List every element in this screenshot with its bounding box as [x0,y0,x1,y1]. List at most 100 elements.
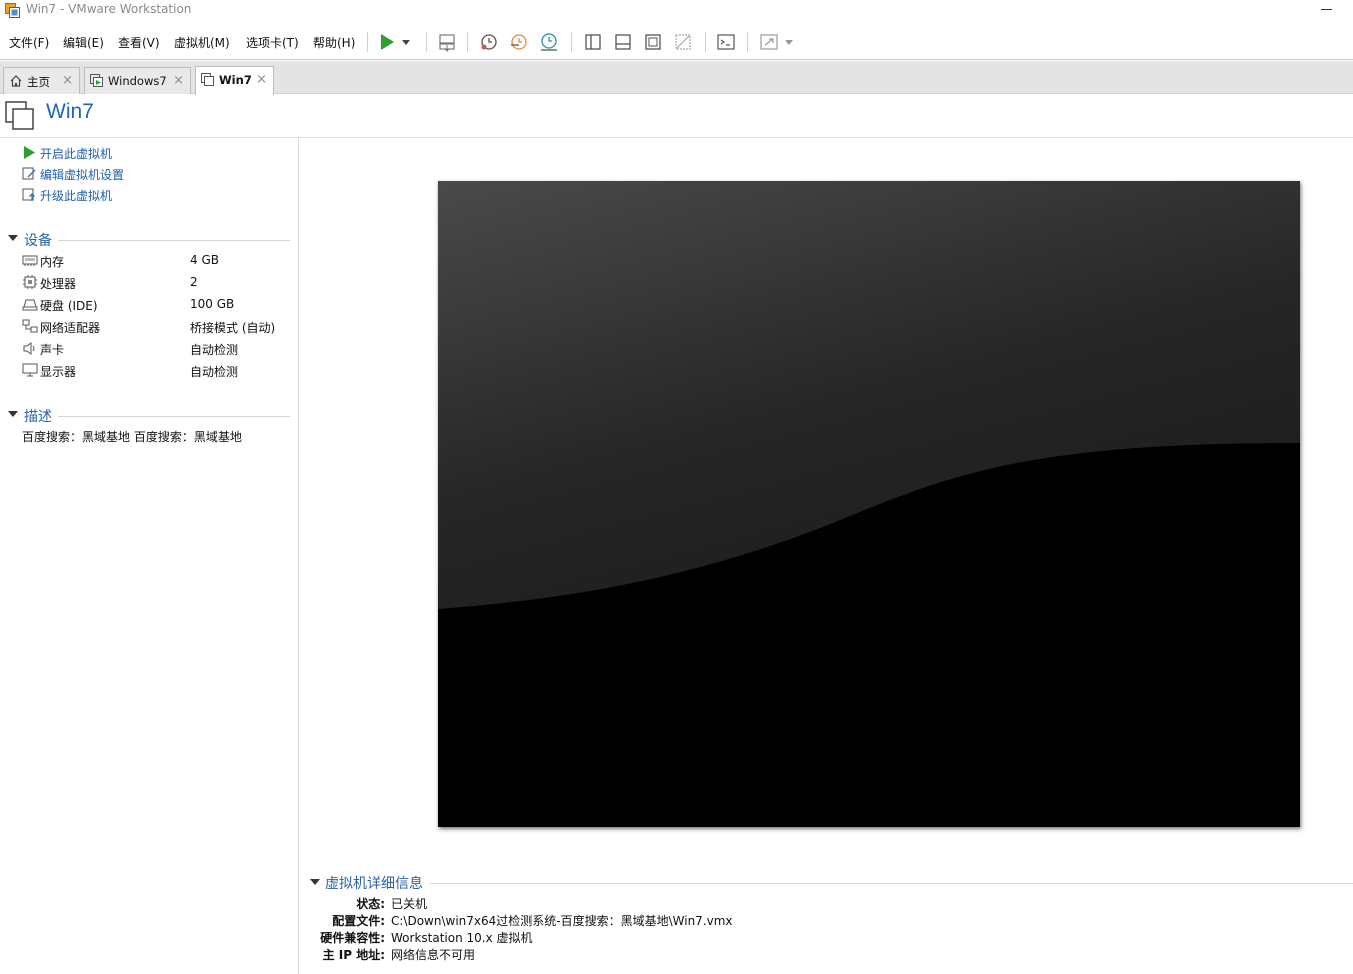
device-name: 内存 [40,255,65,269]
divider [430,883,1353,884]
stretch-icon [760,34,778,50]
device-row-sound-card[interactable]: 声卡 自动检测 [22,340,292,358]
detail-value[interactable]: C:\Down\win7x64过检测系统-百度搜索：黑域基地\Win7.vmx [391,912,733,929]
action-label: 升级此虚拟机 [40,189,113,203]
detail-value: 已关机 [391,897,428,911]
device-name: 声卡 [40,343,65,357]
description-section-toggle[interactable]: 描述 [8,406,290,425]
device-name: 显示器 [40,365,77,379]
display-icon [22,363,38,377]
device-name: 硬盘 (IDE) [40,299,98,313]
device-name: 处理器 [40,277,77,291]
menu-vm[interactable]: 虚拟机(M) [174,34,230,51]
keyboard-send-icon [439,34,455,52]
sidebar-layout-icon [585,34,601,50]
minimize-button[interactable] [1321,2,1335,16]
toolbar-separator [571,32,572,52]
menu-file[interactable]: 文件(F) [9,34,49,51]
snapshot-manager-button[interactable] [538,31,560,53]
detail-key: 主 IP 地址: [322,948,385,962]
vm-preview-artwork [438,181,1300,827]
tab-label: Win7 [219,73,252,87]
menu-view[interactable]: 查看(V) [118,34,160,51]
device-row-memory[interactable]: 内存 4 GB [22,252,292,270]
vm-screen-preview[interactable] [438,181,1300,827]
detail-key: 状态: [356,897,385,911]
show-thumbnail-bar-button[interactable] [612,31,634,53]
hard-disk-icon [22,299,38,311]
detail-value: Workstation 10.x 虚拟机 [391,931,533,945]
vm-details-section-toggle[interactable]: 虚拟机详细信息 [310,873,1353,892]
device-value: 100 GB [190,297,235,311]
device-value: 自动检测 [190,343,239,357]
tab-win7[interactable]: Win7 × [195,66,274,95]
tab-close-button[interactable]: × [256,72,267,87]
page-title: Win7 [46,100,94,123]
upgrade-icon [22,188,35,201]
full-screen-button[interactable] [642,31,664,53]
device-row-processor[interactable]: 处理器 2 [22,274,292,292]
detail-key: 配置文件: [332,914,385,928]
device-value: 2 [190,275,198,289]
devices-section-toggle[interactable]: 设备 [8,230,290,249]
toolbar-separator [747,32,748,52]
play-icon [381,34,394,50]
tab-windows7[interactable]: Windows7 × [84,67,191,94]
menu-tabs[interactable]: 选项卡(T) [246,34,299,51]
detail-key: 硬件兼容性: [320,931,385,945]
device-row-network-adapter[interactable]: 网络适配器 桥接模式 (自动) [22,318,292,336]
tab-strip: 主页 × Windows7 × Win7 × [0,61,1353,95]
stretch-guest-button[interactable] [758,31,780,53]
detail-row-state: 状态: 已关机 [310,895,1310,912]
title-bar: Win7 - VMware Workstation [0,0,1353,22]
power-on-button[interactable] [376,31,398,53]
memory-icon [22,255,38,266]
action-label: 编辑虚拟机设置 [40,168,125,182]
divider [58,416,290,417]
device-row-display[interactable]: 显示器 自动检测 [22,362,292,380]
toolbar-separator [367,32,368,52]
power-dropdown-button[interactable] [399,31,413,53]
menu-toolbar: 文件(F) 编辑(E) 查看(V) 虚拟机(M) 选项卡(T) 帮助(H) [0,24,1353,60]
tab-label: 主页 [27,75,50,89]
caret-down-icon [8,235,18,241]
vm-icon [5,101,34,130]
edit-settings-icon [22,167,36,180]
device-value: 桥接模式 (自动) [190,321,276,335]
caret-down-icon [310,879,320,885]
window-title: Win7 - VMware Workstation [26,2,192,16]
network-adapter-icon [22,319,38,333]
console-view-button[interactable] [715,31,737,53]
tab-home[interactable]: 主页 × [3,67,80,94]
terminal-icon [717,34,735,50]
detail-row-ip-address: 主 IP 地址: 网络信息不可用 [310,946,1310,963]
vm-description[interactable]: 百度搜索：黑域基地 百度搜索：黑域基地 [22,428,242,445]
unity-icon [675,34,691,50]
tab-close-button[interactable]: × [173,73,184,88]
detail-row-hardware-compat: 硬件兼容性: Workstation 10.x 虚拟机 [310,929,1310,946]
toolbar-separator [705,32,706,52]
toolbar-separator [426,32,427,52]
snapshot-button[interactable] [478,31,500,53]
menu-edit[interactable]: 编辑(E) [63,34,104,51]
divider [58,240,290,241]
device-row-hard-disk[interactable]: 硬盘 (IDE) 100 GB [22,296,292,314]
section-title: 描述 [24,409,52,425]
unity-button[interactable] [672,31,694,53]
revert-snapshot-button[interactable] [508,31,530,53]
action-label: 开启此虚拟机 [40,147,113,161]
chevron-down-icon [785,40,793,45]
caret-down-icon [8,411,18,417]
play-icon [24,146,35,159]
vm-icon [201,73,214,86]
sound-card-icon [23,342,35,355]
tab-close-button[interactable]: × [62,73,73,88]
device-name: 网络适配器 [40,321,101,335]
menu-help[interactable]: 帮助(H) [313,34,355,51]
revert-clock-icon [511,34,527,50]
bottom-bar-layout-icon [615,34,631,50]
stretch-dropdown-button[interactable] [782,31,796,53]
send-ctrl-alt-del-button[interactable] [436,31,458,53]
device-value: 自动检测 [190,365,239,379]
show-library-button[interactable] [582,31,604,53]
